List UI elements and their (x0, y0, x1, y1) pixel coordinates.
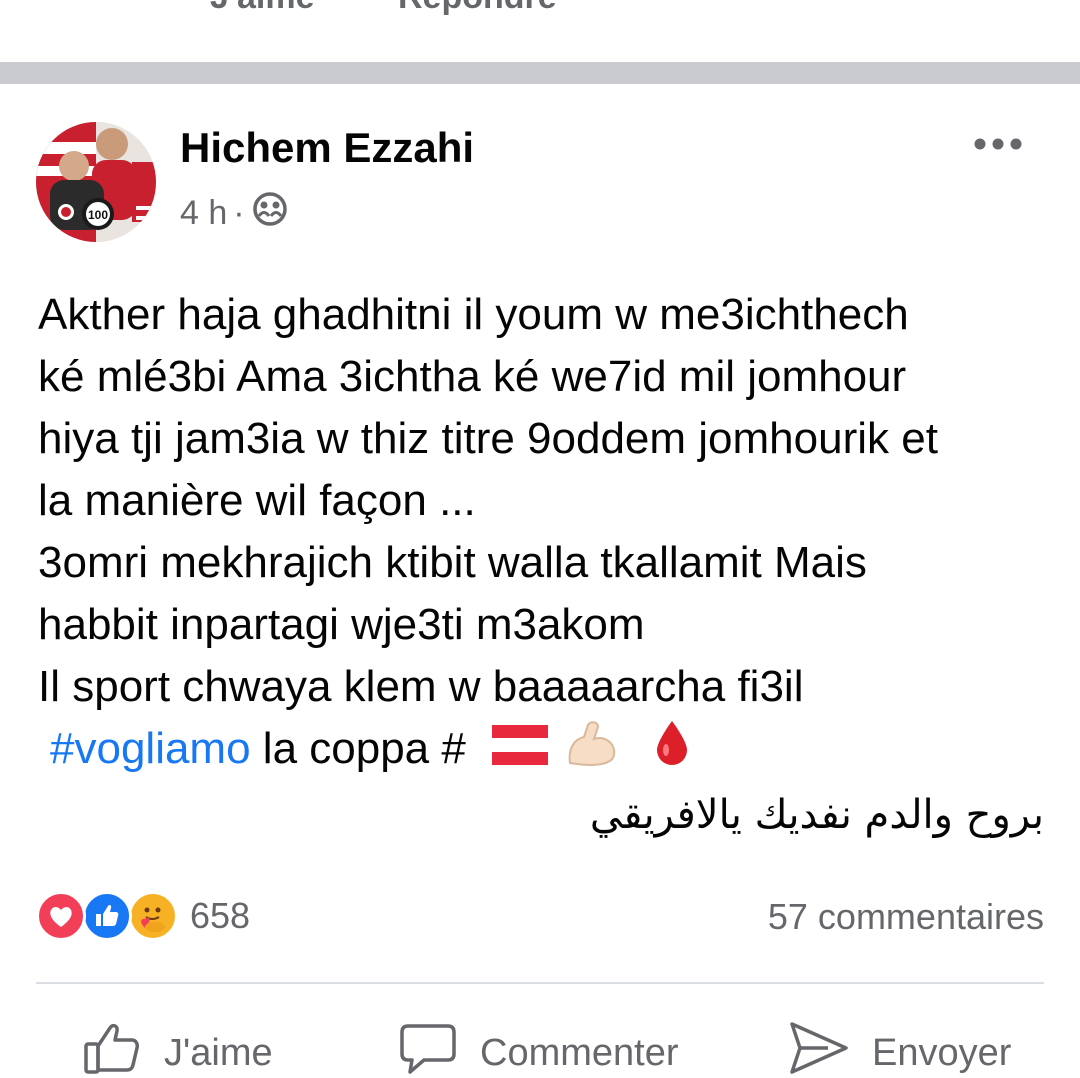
send-button[interactable]: Envoyer (788, 1018, 1011, 1078)
post-text-line: Il sport chwaya klem w baaaaarcha fi3il (38, 662, 804, 711)
post-text-line: hiya tji jam3ia w thiz titre 9oddem jomh… (38, 414, 938, 463)
post-meta: 4 h · (180, 190, 289, 237)
previous-comment-actions: J'aime Répondre (0, 0, 1080, 38)
previous-comment-reply-button[interactable]: Répondre (398, 0, 557, 17)
austria-flag-emoji-icon (492, 720, 549, 782)
hashtag-link[interactable]: #vogliamo (50, 724, 251, 773)
post-text: Akther haja ghadhitni il youm w me3ichth… (38, 284, 1048, 780)
like-button[interactable]: J'aime (82, 1018, 273, 1078)
like-reaction-icon (82, 891, 132, 941)
reaction-icons (36, 888, 182, 944)
care-reaction-icon (128, 891, 178, 941)
post-text-hashtag-rest: la coppa # (262, 724, 466, 773)
like-button-label: J'aime (164, 1031, 273, 1074)
post-text-line: 3omri mekhrajich ktibit walla tkallamit … (38, 538, 867, 587)
more-horizontal-icon (973, 137, 1023, 156)
thumbs-up-icon (82, 1018, 142, 1078)
feed-separator (0, 62, 1080, 84)
friends-icon[interactable] (251, 190, 289, 237)
meta-separator: · (233, 194, 245, 232)
reactions-summary[interactable]: 658 (36, 888, 250, 944)
facebook-post-view: J'aime Répondre 100 Hichem Ezzahi 4 h (0, 0, 1080, 1078)
author-name[interactable]: Hichem Ezzahi (180, 124, 474, 172)
comment-button[interactable]: Commenter (398, 1018, 679, 1078)
post-text-line: habbit inpartagi wje3ti m3akom (38, 600, 645, 649)
svg-text:100: 100 (88, 208, 108, 222)
post-text-line-hashtags: #vogliamo la coppa # (38, 718, 1048, 780)
comment-button-label: Commenter (480, 1031, 679, 1074)
reaction-count: 658 (190, 895, 251, 936)
post-text-line: la manière wil façon ... (38, 476, 476, 525)
post-text-line: ké mlé3bi Ama 3ichtha ké we7id mil jomho… (38, 352, 907, 401)
post-text-line: Akther haja ghadhitni il youm w me3ichth… (38, 290, 909, 339)
love-reaction-icon (36, 891, 86, 941)
more-options-button[interactable] (968, 124, 1028, 168)
flexed-biceps-emoji-icon (564, 719, 620, 784)
action-divider (36, 982, 1044, 984)
post-text-arabic: بروح والدم نفديك يالافريقي (589, 792, 1044, 838)
author-avatar[interactable]: 100 (36, 122, 156, 242)
post-time[interactable]: 4 h (180, 194, 227, 233)
comment-bubble-icon (398, 1018, 458, 1078)
send-button-label: Envoyer (872, 1031, 1012, 1074)
blood-drop-emoji-icon (653, 719, 691, 784)
send-arrow-icon (788, 1018, 850, 1078)
previous-comment-like-button[interactable]: J'aime (210, 0, 315, 17)
comments-count-link[interactable]: 57 commentaires (768, 896, 1044, 938)
